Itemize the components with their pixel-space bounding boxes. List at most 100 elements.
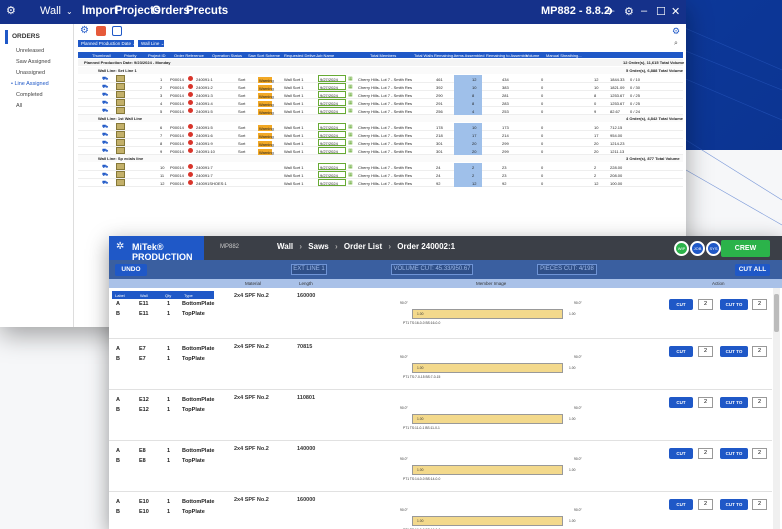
cut-all-button[interactable]: CUT ALL [735, 264, 770, 276]
gear-icon[interactable]: ⚙ [6, 4, 16, 17]
cut-to-button[interactable]: CUT TO [720, 346, 748, 357]
sys-circle-button[interactable]: SYS [706, 241, 721, 256]
group-row-date[interactable]: Planned Production Date: 9/23/2024 - Mon… [78, 59, 684, 66]
cut-button[interactable]: CUT [669, 499, 693, 510]
order-cell[interactable]: 240091:1 [196, 77, 213, 82]
table-row[interactable]: ⛟ 4 P00014 240091:4 Sort Warning Wall Sort 1 9/… [78, 99, 683, 107]
thumbnail-image[interactable] [116, 107, 125, 114]
truck-icon[interactable]: ⛟ [102, 76, 108, 83]
order-cell[interactable]: 240091:2 [196, 85, 213, 90]
column-header[interactable]: Manual Sheathing... [546, 53, 582, 58]
table-row[interactable]: ⛟ 12 P00014 240091SHOES:1 Wall Sort 1 9/27/20… [78, 179, 683, 187]
order-cell[interactable]: 240091:7 [196, 165, 213, 170]
group-row-line[interactable]: Wall Line: Set Line 1 5 Order(s), 6,888 T… [78, 67, 683, 74]
thumbnail-image[interactable] [116, 75, 125, 82]
table-row[interactable]: ⛟ 11 P00014 240091:7 Wall Sort 1 9/27/2024 ▦ Ch… [78, 171, 683, 179]
document-icon[interactable] [112, 26, 122, 36]
column-header[interactable]: Volume [526, 53, 539, 58]
thumbnail-image[interactable] [116, 163, 125, 170]
cut-to-quantity[interactable]: 2 [752, 346, 767, 357]
column-header[interactable]: Project ID [148, 53, 166, 58]
cut-to-button[interactable]: CUT TO [720, 397, 748, 408]
calendar-icon[interactable]: ▦ [348, 100, 353, 106]
truck-icon[interactable]: ⛟ [102, 124, 108, 131]
sidebar-item-unassigned[interactable]: Unassigned [16, 70, 45, 76]
truck-icon[interactable]: ⛟ [102, 92, 108, 99]
truck-icon[interactable]: ⛟ [102, 180, 108, 187]
order-cell[interactable]: 240091:5 [196, 125, 213, 130]
calendar-icon[interactable]: ▦ [348, 140, 353, 146]
pin-icon[interactable]: ✈ [606, 5, 615, 18]
thumbnail-image[interactable] [116, 83, 125, 90]
calendar-icon[interactable]: ▦ [348, 108, 353, 114]
thumbnail-image[interactable] [116, 123, 125, 130]
column-header[interactable]: Total Members [370, 53, 396, 58]
excel-export-icon[interactable] [96, 26, 106, 36]
table-row[interactable]: ⛟ 9 P00014 240091:10 Sort Warning Wall Sort 19… [78, 147, 683, 155]
group-row-line[interactable]: Wall Line: 1st Wall Line 4 Order(s), 4,84… [78, 115, 683, 122]
search-icon[interactable]: ⌕ [674, 40, 678, 48]
crew-button[interactable]: CREW [721, 240, 770, 257]
truck-icon[interactable]: ⛟ [102, 164, 108, 171]
order-cell[interactable]: 240091:9 [196, 141, 213, 146]
column-header[interactable]: Job Name [316, 53, 334, 58]
cut-button[interactable]: CUT [669, 448, 693, 459]
sidebar-item-unreleased[interactable]: Unreleased [16, 48, 44, 54]
job-circle-button[interactable]: JOB [690, 241, 705, 256]
calendar-icon[interactable]: ▦ [348, 148, 353, 154]
order-cell[interactable]: 240091:10 [196, 149, 215, 154]
column-header[interactable]: Total Walls [414, 53, 433, 58]
settings-icon[interactable]: ⚙ [624, 5, 634, 18]
column-header[interactable]: Thumbnail [92, 53, 111, 58]
order-cell[interactable]: 240091:3 [196, 93, 213, 98]
minimize-icon[interactable]: – [641, 5, 647, 17]
calendar-icon[interactable]: ▦ [348, 172, 353, 178]
thumbnail-image[interactable] [116, 171, 125, 178]
sidebar-item-all[interactable]: All [16, 103, 22, 109]
thumbnail-image[interactable] [116, 91, 125, 98]
column-header[interactable]: Requested Delive... [284, 53, 319, 58]
cut-quantity[interactable]: 2 [698, 448, 713, 459]
sidebar-item-saw-assigned[interactable]: Saw Assigned [16, 59, 51, 65]
table-row[interactable]: ⛟ 5 P00014 240091:5 Sort Warning Wall Sort 1 9/… [78, 107, 683, 115]
table-row[interactable]: ⛟ 1 P00014 240091:1 Sort Warning Wall Sort 1 9/… [78, 75, 683, 83]
cut-to-quantity[interactable]: 2 [752, 499, 767, 510]
calendar-icon[interactable]: ▦ [348, 84, 353, 90]
table-row[interactable]: ⛟ 3 P00014 240091:3 Sort Warning Wall Sort 1 9/… [78, 91, 683, 99]
truck-icon[interactable]: ⛟ [102, 100, 108, 107]
breadcrumb-item-order-list[interactable]: Order List [344, 242, 382, 251]
cut-to-button[interactable]: CUT TO [720, 299, 748, 310]
cut-to-quantity[interactable]: 2 [752, 397, 767, 408]
filter-line-chip[interactable]: Wall Line ⌄ [138, 40, 164, 47]
sidebar-item-completed[interactable]: Completed [16, 92, 43, 98]
truck-icon[interactable]: ⛟ [102, 140, 108, 147]
thumbnail-image[interactable] [116, 131, 125, 138]
menu-orders[interactable]: Orders [152, 5, 190, 17]
order-cell[interactable]: 240091:4 [196, 101, 213, 106]
table-row[interactable]: ⛟ 2 P00014 240091:2 Sort Warning Wall Sort 1 9/… [78, 83, 683, 91]
order-cell[interactable]: 240091:7 [196, 173, 213, 178]
menu-import[interactable]: Import [82, 5, 118, 17]
column-header[interactable]: Items Assembled [454, 53, 484, 58]
thumbnail-image[interactable] [116, 179, 125, 186]
cut-to-quantity[interactable]: 2 [752, 299, 767, 310]
cut-quantity[interactable]: 2 [698, 299, 713, 310]
scrollbar[interactable] [773, 288, 780, 529]
calendar-icon[interactable]: ▦ [348, 180, 353, 186]
breadcrumb-item-saws[interactable]: Saws [308, 242, 328, 251]
table-row[interactable]: ⛟ 7 P00014 240091:6 Sort Warning Wall Sort 1 9/… [78, 131, 683, 139]
thumbnail-image[interactable] [116, 147, 125, 154]
calendar-icon[interactable]: ▦ [348, 92, 353, 98]
order-cell[interactable]: 240091SHOES:1 [196, 181, 227, 186]
cut-to-quantity[interactable]: 2 [752, 448, 767, 459]
table-row[interactable]: ⛟ 10 P00014 240091:7 Wall Sort 1 9/27/2024 ▦ Ch… [78, 163, 683, 171]
sidebar-item-line-assigned[interactable]: • Line Assigned [11, 81, 49, 87]
group-row-line[interactable]: Wall Line: Sp ecials line 3 Order(s), 877… [78, 155, 683, 162]
cut-to-button[interactable]: CUT TO [720, 448, 748, 459]
column-header[interactable]: Saw Sort Scheme [248, 53, 280, 58]
calendar-icon[interactable]: ▦ [348, 124, 353, 130]
truck-icon[interactable]: ⛟ [102, 132, 108, 139]
cut-to-button[interactable]: CUT TO [720, 499, 748, 510]
calendar-icon[interactable]: ▦ [348, 132, 353, 138]
wip-circle-button[interactable]: WIP [674, 241, 689, 256]
